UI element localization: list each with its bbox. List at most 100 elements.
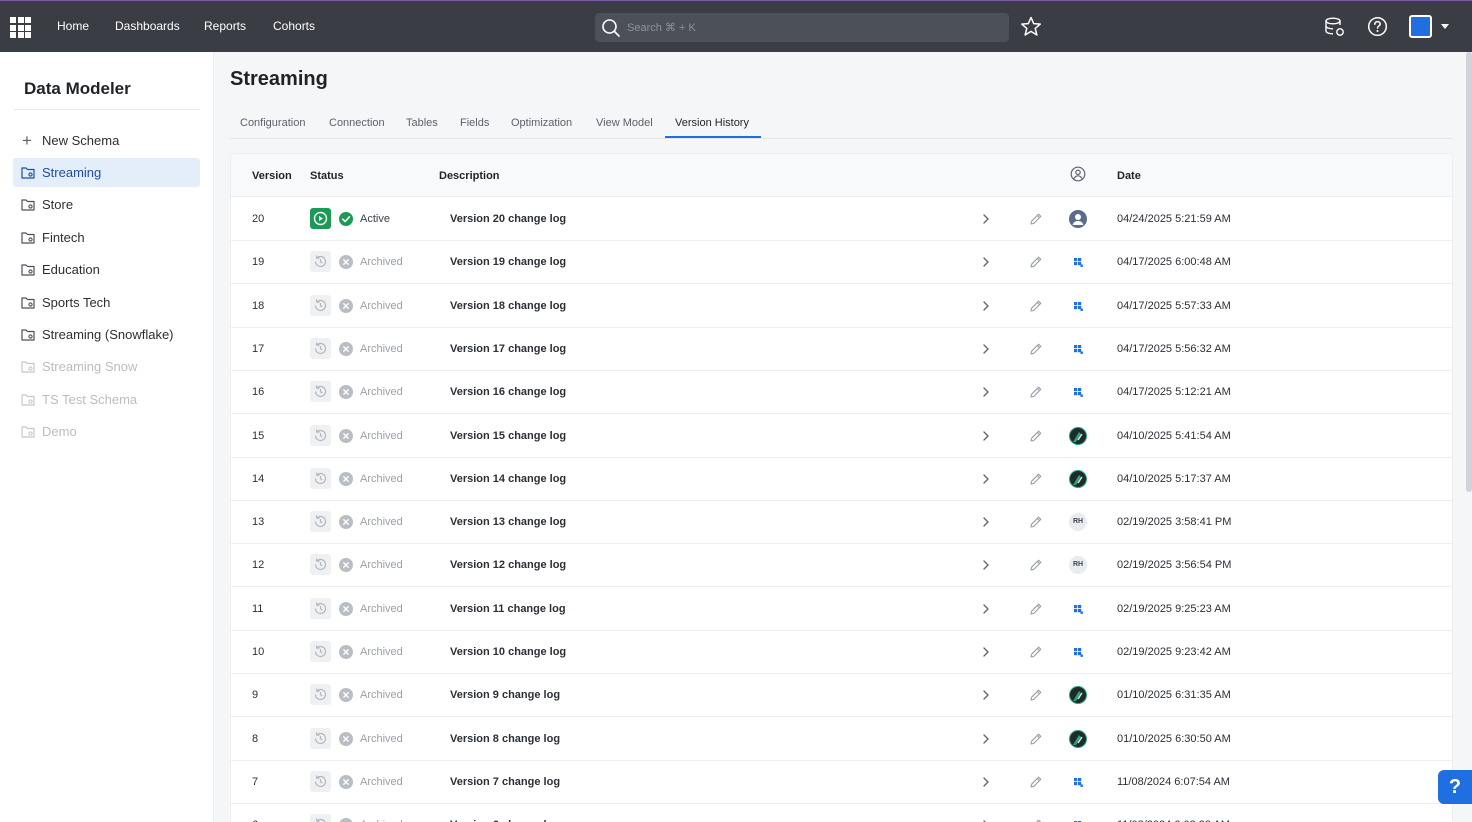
chevron-right-icon[interactable] (981, 515, 991, 533)
restore-icon[interactable] (310, 727, 331, 749)
tab-bar: Configuration Connection Tables Fields O… (230, 110, 1452, 139)
restore-icon[interactable] (310, 641, 331, 662)
restore-icon[interactable] (310, 337, 331, 359)
table-row[interactable]: 14 Archived Version 14 change log 04/10/202… (231, 457, 1452, 501)
chevron-right-icon[interactable] (981, 429, 991, 447)
table-row[interactable]: 15 Archived Version 15 change log 04/10/202… (231, 414, 1452, 458)
restore-icon[interactable] (310, 467, 331, 489)
restore-icon[interactable] (310, 381, 331, 403)
restore-icon[interactable] (310, 424, 331, 446)
table-row[interactable]: 13 Archived Version 13 change log RH 02/19/2… (231, 501, 1452, 545)
edit-pencil-icon[interactable] (1029, 429, 1043, 448)
nav-home-link[interactable]: Home (57, 19, 89, 33)
tab-connection[interactable]: Connection (329, 117, 385, 129)
version-description: Version 11 change log (450, 602, 566, 615)
edit-pencil-icon[interactable] (1029, 299, 1043, 318)
chevron-right-icon[interactable] (981, 472, 991, 490)
table-row[interactable]: 10 Archived Version 10 change log 02/19/202… (231, 631, 1452, 674)
table-row[interactable]: 11 Archived Version 11 change log 02/19/202… (231, 587, 1452, 631)
tab-tables[interactable]: Tables (406, 117, 438, 129)
chevron-right-icon[interactable] (981, 342, 991, 360)
favorite-star-icon[interactable] (1020, 16, 1042, 37)
tab-view-model[interactable]: View Model (596, 117, 653, 129)
tab-fields[interactable]: Fields (460, 117, 489, 129)
help-chat-button[interactable]: ? (1438, 770, 1472, 804)
edit-pencil-icon[interactable] (1029, 515, 1043, 534)
edit-pencil-icon[interactable] (1029, 645, 1043, 664)
restore-icon[interactable] (310, 770, 331, 792)
tab-configuration[interactable]: Configuration (240, 117, 305, 129)
version-description: Version 20 change log (450, 213, 567, 225)
chevron-down-icon[interactable] (1441, 24, 1449, 29)
database-settings-icon[interactable] (1324, 16, 1346, 38)
version-number: 13 (252, 516, 265, 529)
restore-icon[interactable] (310, 511, 331, 533)
sidebar-item-education[interactable]: Education (13, 255, 200, 284)
restore-icon[interactable] (310, 684, 331, 706)
tab-optimization[interactable]: Optimization (511, 117, 572, 129)
chevron-right-icon[interactable] (981, 775, 991, 793)
tab-version-history[interactable]: Version History (675, 117, 749, 129)
chevron-right-icon[interactable] (981, 602, 991, 620)
restore-icon[interactable] (310, 294, 331, 316)
edit-pencil-icon[interactable] (1029, 255, 1043, 274)
edit-pencil-icon[interactable] (1029, 342, 1043, 361)
sidebar-item-fintech[interactable]: Fintech (13, 223, 200, 252)
nav-dashboards-link[interactable]: Dashboards (115, 19, 180, 33)
restore-icon[interactable] (310, 814, 331, 822)
chevron-right-icon[interactable] (981, 558, 991, 576)
sidebar-item-streaming-snow[interactable]: Streaming Snow (13, 352, 200, 381)
edit-pencil-icon[interactable] (1029, 558, 1043, 577)
status-label: Archived (360, 342, 403, 355)
table-row[interactable]: 6ArchivedVersion 6 change log11/08/2024 … (231, 804, 1452, 822)
play-icon[interactable] (310, 208, 331, 229)
sidebar-item-store[interactable]: Store (13, 190, 200, 219)
table-row[interactable]: 19 Archived Version 19 change log 04/17/202… (231, 241, 1452, 285)
edit-pencil-icon[interactable] (1029, 212, 1043, 231)
chevron-right-icon[interactable] (981, 688, 991, 706)
nav-reports-link[interactable]: Reports (204, 19, 246, 33)
restore-icon[interactable] (310, 251, 331, 273)
table-row[interactable]: 20 Active Version 20 change log 04/24/2025 … (231, 198, 1452, 241)
table-row[interactable]: 7 Archived Version 7 change log 11/08/2024 … (231, 760, 1452, 804)
chevron-right-icon[interactable] (981, 385, 991, 403)
chevron-right-icon[interactable] (981, 212, 991, 230)
page-scrollbar[interactable] (1466, 52, 1472, 492)
edit-pencil-icon[interactable] (1029, 732, 1043, 751)
account-avatar[interactable] (1409, 15, 1432, 38)
version-history-table: Version Status Description Date 20 Active… (230, 153, 1453, 822)
sidebar-item-label: Streaming Snow (42, 359, 138, 375)
new-schema-button[interactable]: + New Schema (13, 126, 200, 155)
sidebar-item-label: TS Test Schema (42, 391, 138, 407)
chevron-right-icon[interactable] (981, 299, 991, 317)
chevron-right-icon[interactable] (981, 255, 991, 273)
table-row[interactable]: 12 Archived Version 12 change log RH 02/19/2… (231, 544, 1452, 588)
restore-icon[interactable] (310, 597, 331, 619)
table-row[interactable]: 17 Archived Version 17 change log 04/17/202… (231, 327, 1452, 371)
page-title: Streaming (230, 68, 328, 90)
app-launcher-icon[interactable] (10, 17, 31, 38)
chevron-right-icon[interactable] (981, 818, 991, 822)
chevron-right-icon[interactable] (981, 645, 991, 663)
table-row[interactable]: 8 Archived Version 8 change log 01/10/2025 … (231, 717, 1452, 761)
table-row[interactable]: 18 Archived Version 18 change log 04/17/202… (231, 284, 1452, 328)
table-row[interactable]: 16 Archived Version 16 change log 04/17/202… (231, 371, 1452, 415)
edit-pencil-icon[interactable] (1029, 688, 1043, 707)
sidebar-item-ts-test-schema[interactable]: TS Test Schema (13, 385, 200, 414)
nav-cohorts-link[interactable]: Cohorts (273, 19, 315, 33)
edit-pencil-icon[interactable] (1029, 602, 1043, 621)
edit-pencil-icon[interactable] (1029, 775, 1043, 794)
edit-pencil-icon[interactable] (1029, 472, 1043, 491)
search-input[interactable] (627, 19, 997, 36)
help-icon[interactable] (1367, 16, 1388, 37)
edit-pencil-icon[interactable] (1029, 818, 1043, 822)
restore-icon[interactable] (310, 554, 331, 576)
chevron-right-icon[interactable] (981, 732, 991, 750)
sidebar-item-streaming[interactable]: Streaming (13, 158, 200, 187)
sidebar-item-streaming-snowflake[interactable]: Streaming (Snowflake) (13, 320, 200, 349)
version-date: 01/10/2025 6:31:35 AM (1117, 689, 1231, 702)
sidebar-item-sports-tech[interactable]: Sports Tech (13, 288, 200, 317)
edit-pencil-icon[interactable] (1029, 385, 1043, 404)
sidebar-item-demo[interactable]: Demo (13, 417, 200, 446)
table-row[interactable]: 9 Archived Version 9 change log 01/10/2025 … (231, 674, 1452, 718)
